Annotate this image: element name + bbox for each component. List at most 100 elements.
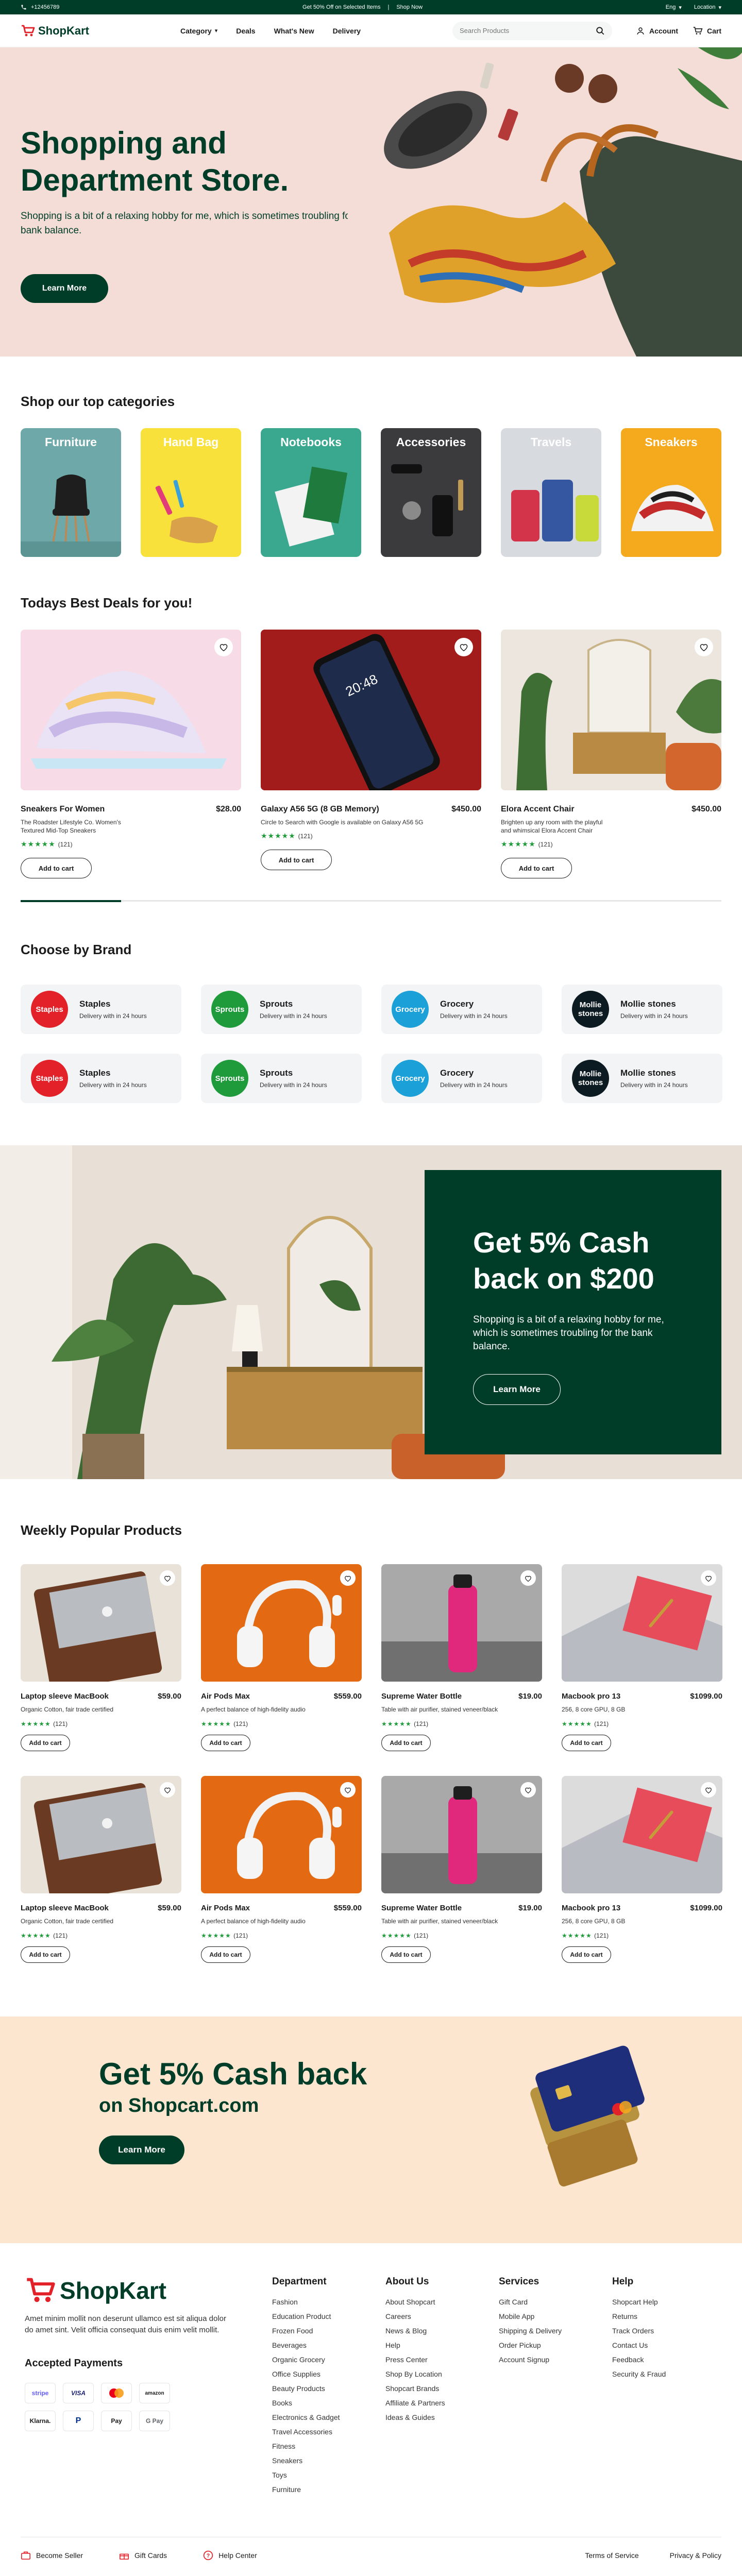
footer-link[interactable]: News & Blog <box>385 2327 499 2335</box>
product-image[interactable] <box>381 1776 542 1893</box>
footer-link[interactable]: Beauty Products <box>272 2384 385 2393</box>
product-image[interactable] <box>562 1564 722 1682</box>
search-input[interactable] <box>459 27 583 35</box>
footer-link[interactable]: Books <box>272 2399 385 2407</box>
add-to-cart-button[interactable]: Add to cart <box>21 1946 70 1963</box>
category-card-hand-bag[interactable]: Hand Bag <box>141 428 241 557</box>
deals-scrollbar[interactable] <box>21 900 721 902</box>
footer-link[interactable]: Toys <box>272 2471 385 2479</box>
footer-link[interactable]: Travel Accessories <box>272 2428 385 2436</box>
wishlist-button[interactable] <box>454 638 473 656</box>
add-to-cart-button[interactable]: Add to cart <box>21 858 92 878</box>
hero-learn-more-button[interactable]: Learn More <box>21 274 108 303</box>
search-icon[interactable] <box>596 26 605 36</box>
footer-link[interactable]: Press Center <box>385 2355 499 2364</box>
footer-link[interactable]: Fashion <box>272 2298 385 2306</box>
footer-link[interactable]: Sneakers <box>272 2456 385 2465</box>
product-image[interactable] <box>21 1776 181 1893</box>
privacy-link[interactable]: Privacy & Policy <box>670 2551 721 2560</box>
language-select[interactable]: Eng ▾ <box>666 4 682 11</box>
brand-card[interactable]: Mollie stones Mollie stones Delivery with … <box>562 985 722 1034</box>
footer-link[interactable]: Returns <box>612 2312 705 2320</box>
brand-card[interactable]: Grocery Grocery Delivery with in 24 hours <box>381 985 542 1034</box>
footer-link[interactable]: Shopcart Help <box>612 2298 705 2306</box>
add-to-cart-button[interactable]: Add to cart <box>562 1735 611 1751</box>
footer-link[interactable]: Gift Card <box>499 2298 612 2306</box>
footer-link[interactable]: Contact Us <box>612 2341 705 2349</box>
product-image[interactable] <box>201 1564 362 1682</box>
add-to-cart-button[interactable]: Add to cart <box>501 858 572 878</box>
footer-link[interactable]: Help <box>385 2341 499 2349</box>
product-image[interactable] <box>562 1776 722 1893</box>
wishlist-button[interactable] <box>520 1570 536 1586</box>
cashback-learn-more-button[interactable]: Learn More <box>99 2136 184 2164</box>
category-card-accessories[interactable]: Accessories <box>381 428 481 557</box>
terms-link[interactable]: Terms of Service <box>585 2551 638 2560</box>
brand-card[interactable]: Staples Staples Delivery with in 24 hours <box>21 1054 181 1103</box>
brand-card[interactable]: Sprouts Sprouts Delivery with in 24 hours <box>201 985 362 1034</box>
footer-link[interactable]: Mobile App <box>499 2312 612 2320</box>
add-to-cart-button[interactable]: Add to cart <box>201 1946 250 1963</box>
location-select[interactable]: Location ▾ <box>694 4 721 11</box>
footer-link[interactable]: About Shopcart <box>385 2298 499 2306</box>
wishlist-button[interactable] <box>160 1782 175 1798</box>
become-seller-link[interactable]: Become Seller <box>21 2550 83 2561</box>
brand-card[interactable]: Mollie stones Mollie stones Delivery with … <box>562 1054 722 1103</box>
footer-link[interactable]: Careers <box>385 2312 499 2320</box>
footer-link[interactable]: Fitness <box>272 2442 385 2450</box>
nav-delivery[interactable]: Delivery <box>333 27 361 35</box>
category-card-sneakers[interactable]: Sneakers <box>621 428 721 557</box>
footer-link[interactable]: Security & Fraud <box>612 2370 705 2378</box>
brand-card[interactable]: Grocery Grocery Delivery with in 24 hours <box>381 1054 542 1103</box>
footer-link[interactable]: Shopcart Brands <box>385 2384 499 2393</box>
product-image[interactable] <box>21 1564 181 1682</box>
wishlist-button[interactable] <box>214 638 233 656</box>
nav-whats-new[interactable]: What's New <box>274 27 314 35</box>
product-image[interactable] <box>201 1776 362 1893</box>
category-card-travels[interactable]: Travels <box>501 428 601 557</box>
brand-card[interactable]: Staples Staples Delivery with in 24 hours <box>21 985 181 1034</box>
product-image[interactable] <box>381 1564 542 1682</box>
footer-link[interactable]: Electronics & Gadget <box>272 2413 385 2421</box>
footer-link[interactable]: Education Product <box>272 2312 385 2320</box>
add-to-cart-button[interactable]: Add to cart <box>381 1735 431 1751</box>
gift-cards-link[interactable]: Gift Cards <box>119 2550 167 2561</box>
phone-contact[interactable]: +12456789 <box>21 4 59 10</box>
footer-link[interactable]: Account Signup <box>499 2355 612 2364</box>
wishlist-button[interactable] <box>340 1570 356 1586</box>
footer-link[interactable]: Shipping & Delivery <box>499 2327 612 2335</box>
footer-link[interactable]: Feedback <box>612 2355 705 2364</box>
footer-link[interactable]: Furniture <box>272 2485 385 2494</box>
cart-button[interactable]: Cart <box>693 26 721 36</box>
add-to-cart-button[interactable]: Add to cart <box>562 1946 611 1963</box>
wishlist-button[interactable] <box>701 1782 716 1798</box>
footer-link[interactable]: Ideas & Guides <box>385 2413 499 2421</box>
nav-category[interactable]: Category ▾ <box>180 27 217 35</box>
wishlist-button[interactable] <box>520 1782 536 1798</box>
footer-link[interactable]: Beverages <box>272 2341 385 2349</box>
wishlist-button[interactable] <box>160 1570 175 1586</box>
brand-card[interactable]: Sprouts Sprouts Delivery with in 24 hours <box>201 1054 362 1103</box>
add-to-cart-button[interactable]: Add to cart <box>21 1735 70 1751</box>
add-to-cart-button[interactable]: Add to cart <box>201 1735 250 1751</box>
deal-image[interactable]: 20:48 <box>261 630 481 790</box>
wishlist-button[interactable] <box>340 1782 356 1798</box>
footer-link[interactable]: Track Orders <box>612 2327 705 2335</box>
shop-now-link[interactable]: Shop Now <box>396 4 423 10</box>
category-card-notebooks[interactable]: Notebooks <box>261 428 361 557</box>
footer-link[interactable]: Order Pickup <box>499 2341 612 2349</box>
footer-link[interactable]: Frozen Food <box>272 2327 385 2335</box>
promo-learn-more-button[interactable]: Learn More <box>473 1374 561 1405</box>
add-to-cart-button[interactable]: Add to cart <box>381 1946 431 1963</box>
footer-link[interactable]: Affiliate & Partners <box>385 2399 499 2407</box>
nav-deals[interactable]: Deals <box>236 27 255 35</box>
footer-link[interactable]: Office Supplies <box>272 2370 385 2378</box>
category-card-furniture[interactable]: Furniture <box>21 428 121 557</box>
account-button[interactable]: Account <box>636 26 678 36</box>
deal-image[interactable] <box>21 630 241 790</box>
wishlist-button[interactable] <box>701 1570 716 1586</box>
deal-image[interactable] <box>501 630 721 790</box>
help-center-link[interactable]: ? Help Center <box>203 2550 257 2561</box>
scrollbar-thumb[interactable] <box>21 900 121 902</box>
footer-link[interactable]: Organic Grocery <box>272 2355 385 2364</box>
